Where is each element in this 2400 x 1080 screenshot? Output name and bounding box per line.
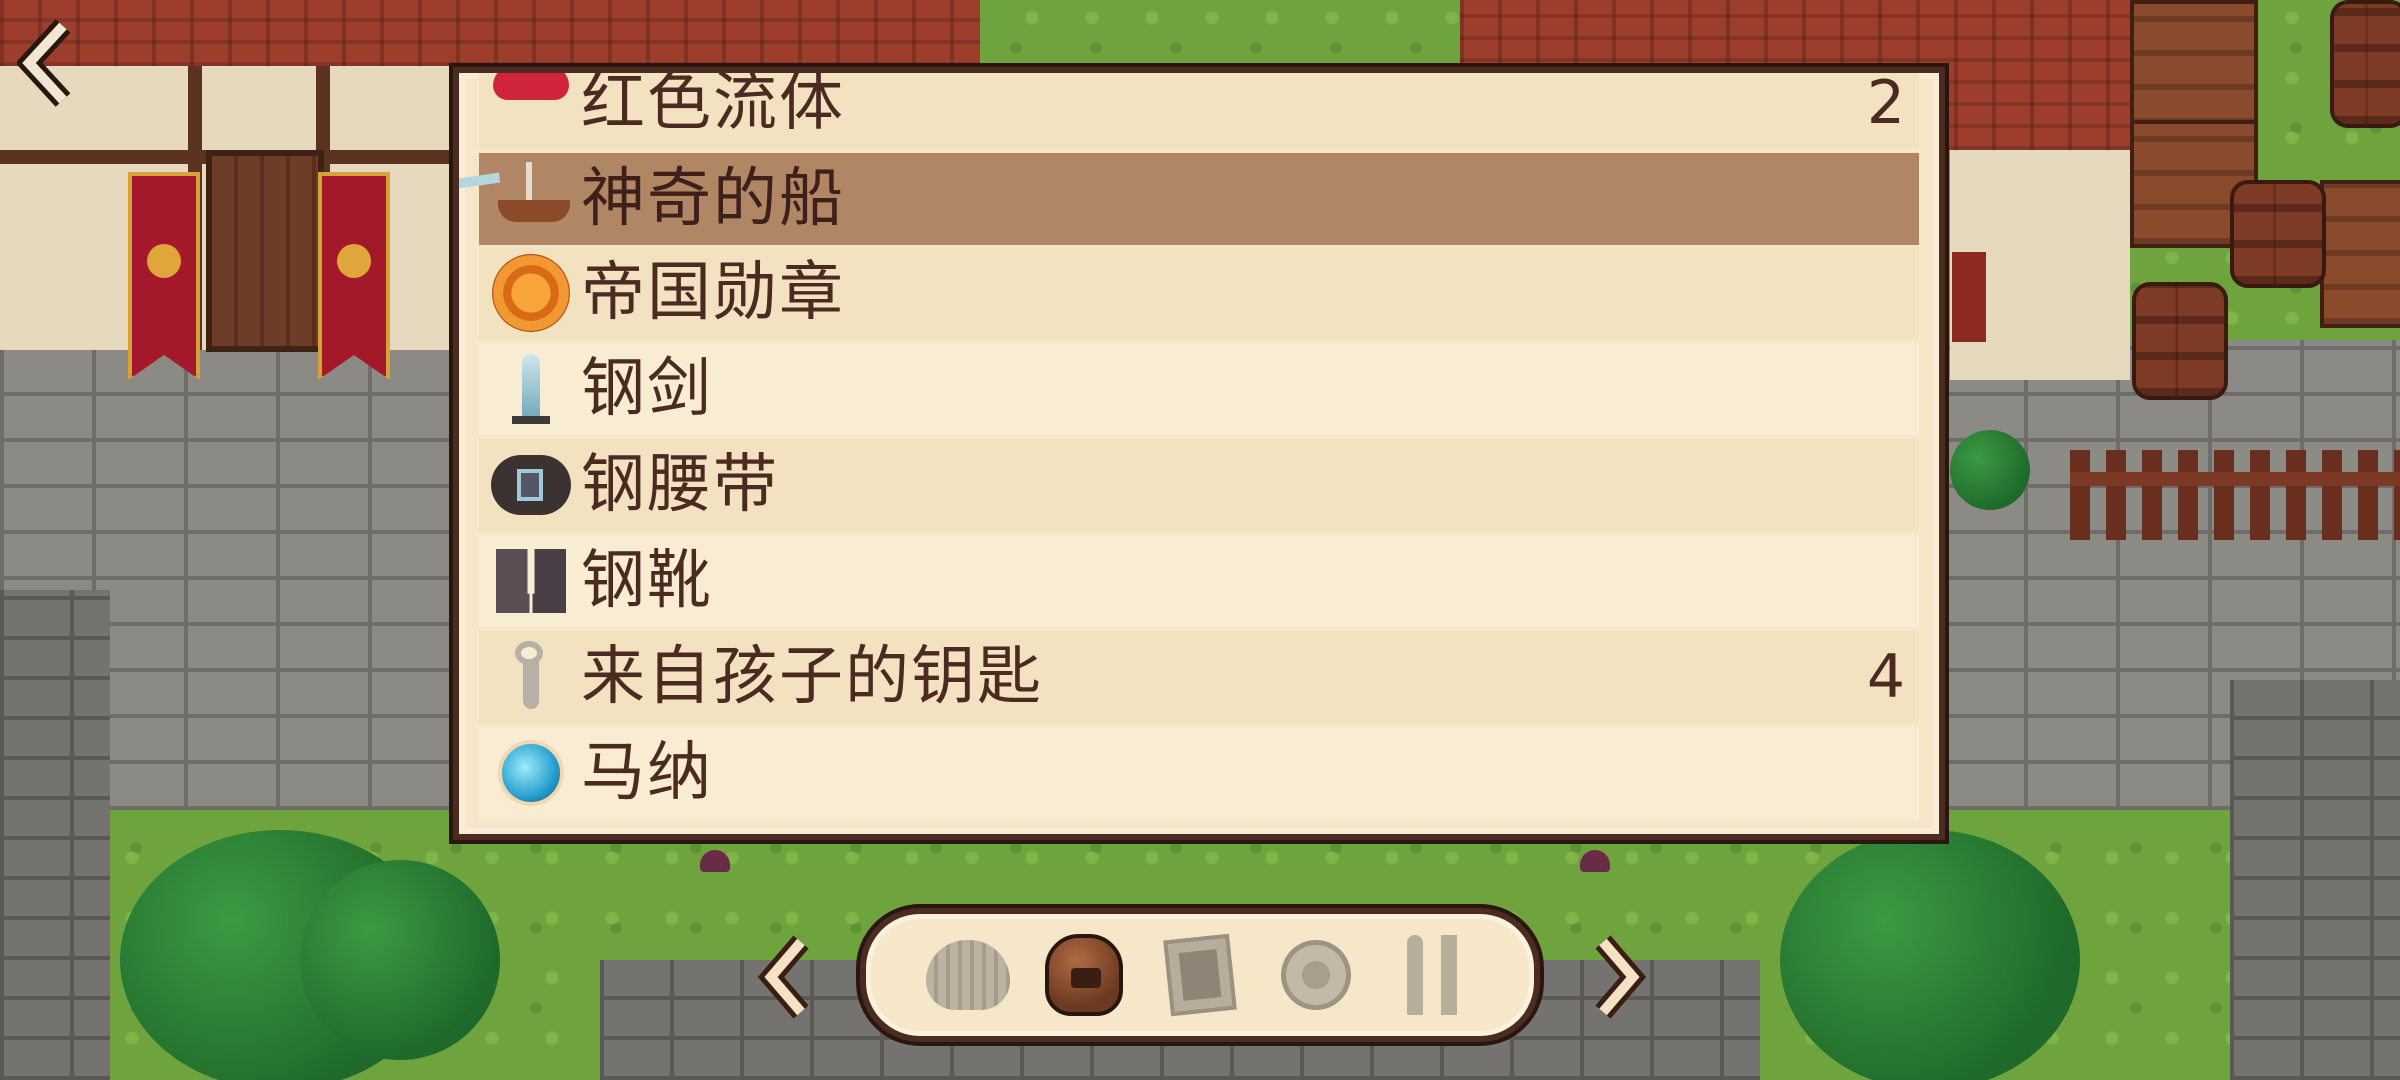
bag-icon	[1045, 934, 1123, 1016]
bush	[1950, 430, 2030, 510]
cards-icon	[1163, 933, 1237, 1017]
previous-category-button[interactable]	[752, 932, 822, 1022]
stone-wall-left	[0, 590, 110, 1080]
left-building-roof	[0, 0, 980, 66]
inventory-item-imperial-medal[interactable]: 帝国勋章	[479, 247, 1919, 339]
inventory-item-steel-belt[interactable]: 钢腰带	[479, 439, 1919, 531]
chevron-right-icon	[1595, 935, 1647, 1019]
bush	[300, 860, 500, 1060]
item-name: 帝国勋章	[581, 256, 845, 330]
tools-icon	[1397, 935, 1467, 1015]
red-fluid-icon	[489, 73, 573, 145]
chevron-left-icon	[757, 935, 809, 1019]
wooden-fence	[2070, 450, 2400, 540]
inventory-item-steel-sword[interactable]: 钢剑	[479, 343, 1919, 435]
wooden-door	[206, 150, 324, 352]
item-name: 红色流体	[581, 67, 845, 140]
barrel	[2330, 0, 2400, 128]
tab-equipment[interactable]	[924, 931, 1012, 1019]
item-name: 钢腰带	[581, 448, 779, 522]
item-count: 4	[1866, 642, 1905, 712]
inventory-panel: 红色流体 2 神奇的船 帝国勋章 钢剑 钢腰带 钢靴 来自孩子的钥匙 4 马纳	[453, 67, 1945, 840]
next-category-button[interactable]	[1582, 932, 1652, 1022]
bush	[1780, 830, 2080, 1080]
barrel	[2230, 180, 2326, 288]
crate	[2130, 0, 2258, 128]
mana-orb-icon	[489, 731, 573, 815]
inventory-item-magic-ship[interactable]: 神奇的船	[459, 153, 1919, 245]
back-button[interactable]	[14, 18, 80, 108]
steel-boots-icon	[489, 539, 573, 623]
item-name: 钢靴	[581, 544, 713, 618]
item-name: 来自孩子的钥匙	[581, 640, 1043, 714]
item-name: 神奇的船	[581, 162, 845, 236]
inventory-item-red-fluid[interactable]: 红色流体 2	[479, 67, 1919, 149]
category-tab-bar	[860, 908, 1540, 1042]
imperial-medal-icon	[489, 251, 573, 335]
red-banner	[318, 172, 390, 380]
barrel	[2132, 282, 2228, 400]
item-count: 2	[1866, 68, 1905, 138]
item-name: 马纳	[581, 736, 713, 810]
helmet-icon	[926, 940, 1010, 1010]
item-name: 钢剑	[581, 352, 713, 426]
tab-consumables[interactable]	[1272, 931, 1360, 1019]
inventory-item-steel-boots[interactable]: 钢靴	[479, 535, 1919, 627]
stone-wall-right	[2230, 680, 2400, 1080]
tab-tools[interactable]	[1388, 931, 1476, 1019]
steel-belt-icon	[489, 443, 573, 527]
red-banner	[128, 172, 200, 380]
crate	[2320, 180, 2400, 328]
chevron-left-icon	[17, 19, 71, 107]
mushroom	[700, 850, 730, 872]
steel-sword-icon	[489, 347, 573, 431]
window-red	[1952, 252, 1986, 342]
tab-items[interactable]	[1040, 931, 1128, 1019]
mushroom	[1580, 850, 1610, 872]
inventory-item-child-key[interactable]: 来自孩子的钥匙 4	[479, 631, 1919, 723]
magic-ship-icon	[459, 157, 573, 241]
key-icon	[489, 635, 573, 719]
bomb-icon	[1281, 940, 1351, 1010]
tab-cards[interactable]	[1156, 931, 1244, 1019]
inventory-item-mana[interactable]: 马纳	[479, 727, 1919, 819]
